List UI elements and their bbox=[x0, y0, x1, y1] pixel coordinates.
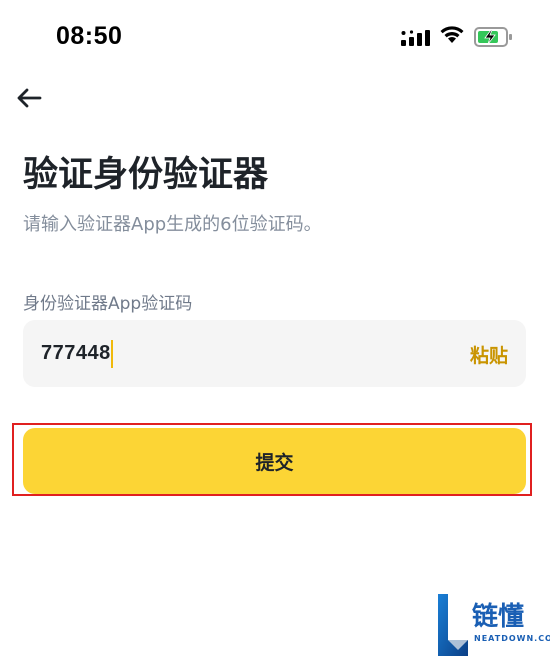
page-subtitle: 请输入验证器App生成的6位验证码。 bbox=[23, 214, 322, 235]
text-cursor bbox=[111, 340, 113, 368]
cellular-signal-icon bbox=[401, 30, 430, 46]
logo-l-icon bbox=[438, 594, 468, 656]
arrow-left-icon bbox=[17, 88, 42, 108]
battery-charging-icon bbox=[474, 27, 512, 47]
verification-code-input[interactable]: 777448 粘贴 bbox=[23, 320, 526, 387]
status-time: 08:50 bbox=[56, 22, 123, 50]
wifi-icon bbox=[440, 26, 464, 43]
submit-button[interactable]: 提交 bbox=[23, 428, 526, 494]
page-title: 验证身份验证器 bbox=[23, 155, 269, 195]
verification-code-value[interactable]: 777448 bbox=[41, 342, 111, 365]
watermark-brand: 链懂 bbox=[472, 602, 525, 632]
status-bar: 08:50 bbox=[0, 0, 550, 72]
watermark-site: NEATDOWN.COM bbox=[474, 634, 550, 643]
back-button[interactable] bbox=[14, 84, 44, 112]
paste-button[interactable]: 粘贴 bbox=[470, 341, 508, 368]
watermark-logo: 链懂 NEATDOWN.COM bbox=[434, 592, 550, 658]
code-field-label: 身份验证器App验证码 bbox=[23, 294, 193, 314]
